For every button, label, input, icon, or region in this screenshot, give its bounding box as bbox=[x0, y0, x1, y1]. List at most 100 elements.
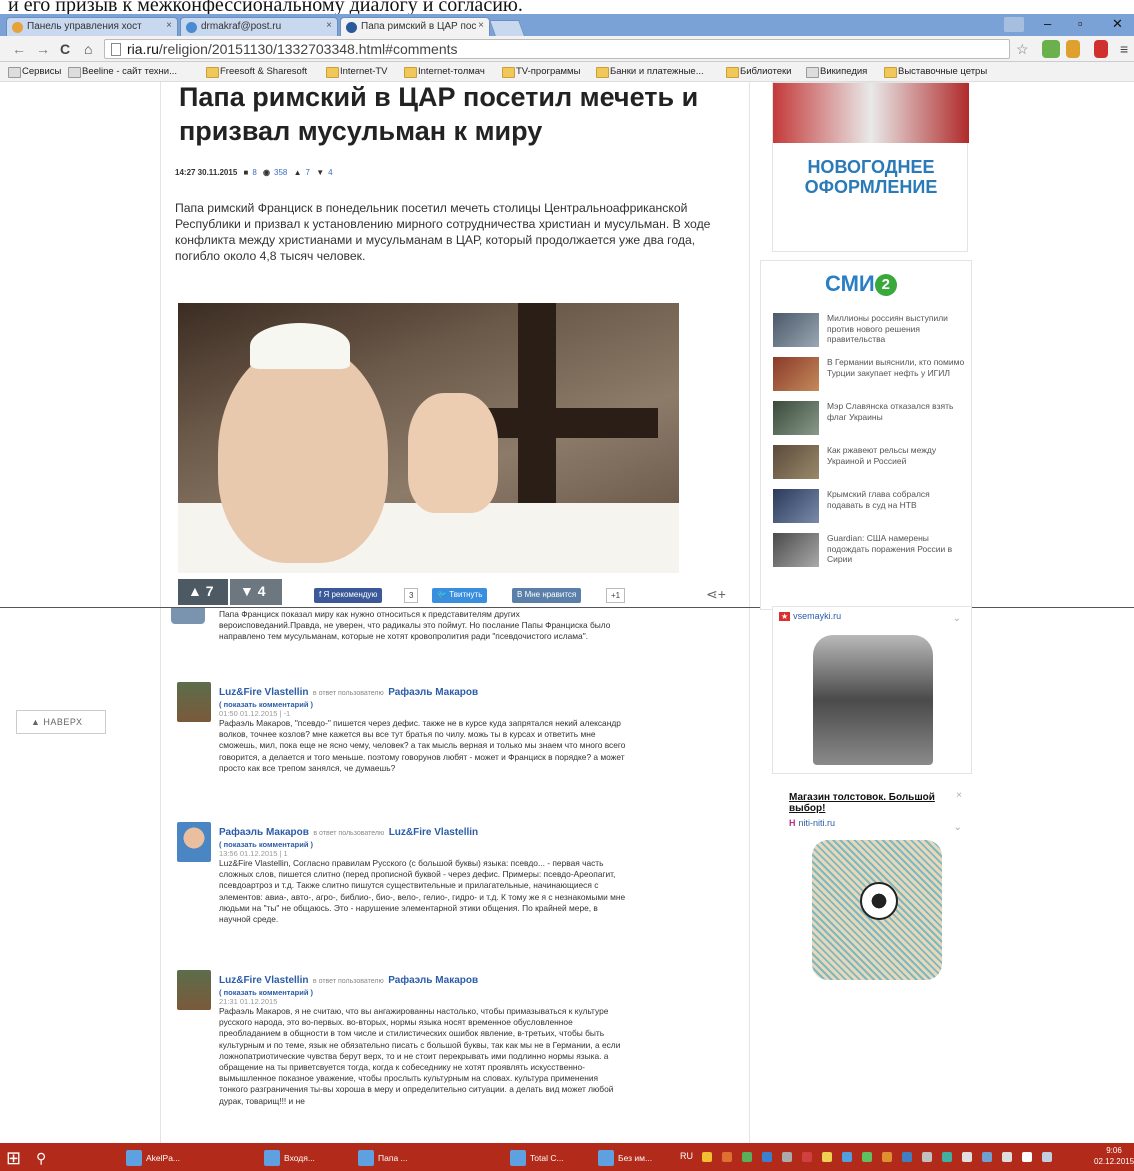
show-comment-link[interactable]: ( показать комментарий ) bbox=[219, 988, 629, 997]
article-time: 14:27 30.11.2015 bbox=[175, 168, 238, 177]
bookmark-item[interactable]: Internet-толмач bbox=[404, 66, 485, 78]
taskbar-item[interactable]: Папа ... bbox=[356, 1147, 408, 1169]
tray-icon[interactable] bbox=[742, 1152, 752, 1162]
tray-icon[interactable] bbox=[702, 1152, 712, 1162]
bookmark-item[interactable]: Библиотеки bbox=[726, 66, 791, 78]
sidebar: НОВОГОДНЕЕ ОФОРМЛЕНИЕ СМИ 2 Миллионы росс… bbox=[760, 82, 972, 1143]
close-icon[interactable]: × bbox=[326, 20, 332, 31]
flag-icon[interactable] bbox=[1002, 1152, 1012, 1162]
share-icon[interactable]: ⋖+ bbox=[706, 586, 726, 603]
tray-icon[interactable] bbox=[882, 1152, 892, 1162]
taskbar-item[interactable]: Без им... bbox=[596, 1147, 652, 1169]
network-icon[interactable] bbox=[982, 1152, 992, 1162]
taskbar-item[interactable]: Входя... bbox=[262, 1147, 315, 1169]
language-indicator[interactable]: RU bbox=[680, 1151, 693, 1161]
close-icon[interactable]: × bbox=[956, 790, 962, 801]
search-icon[interactable]: ⚲ bbox=[36, 1150, 46, 1167]
taskbar-item[interactable]: Total C... bbox=[508, 1147, 564, 1169]
reply-to-user[interactable]: Рафаэль Макаров bbox=[388, 975, 478, 986]
bookmark-item[interactable]: Beeline - сайт техни... bbox=[68, 66, 177, 78]
chevron-down-icon[interactable]: ⌄ bbox=[953, 613, 961, 624]
facebook-recommend-button[interactable]: f Я рекомендую bbox=[314, 588, 383, 603]
tray-icon[interactable] bbox=[762, 1152, 772, 1162]
bookmarks-bar: Сервисы Beeline - сайт техни... Freesoft… bbox=[0, 62, 1134, 82]
bookmark-item[interactable]: Internet-TV bbox=[326, 66, 388, 78]
bookmark-item[interactable]: Выставочные цетры bbox=[884, 66, 987, 78]
browser-tab-bar: Панель управления хост × drmakraf@post.r… bbox=[0, 14, 1134, 36]
comments-section: Папа Франциск показал миру как нужно отн… bbox=[160, 608, 750, 1143]
taskbar-item[interactable]: AkelPa... bbox=[124, 1147, 180, 1169]
news-item[interactable]: Мэр Славянска отказался взять флаг Украи… bbox=[773, 401, 969, 441]
views-count: 358 bbox=[274, 168, 288, 177]
close-window-icon[interactable]: ✕ bbox=[1112, 16, 1123, 32]
comment-author[interactable]: Luz&Fire Vlastellin bbox=[219, 975, 308, 986]
minimize-icon[interactable]: – bbox=[1044, 16, 1051, 31]
volume-icon[interactable] bbox=[1022, 1152, 1032, 1162]
close-icon[interactable]: × bbox=[478, 20, 484, 31]
dislike-button[interactable]: ▼ 4 bbox=[230, 579, 282, 605]
new-tab-button[interactable] bbox=[489, 20, 525, 36]
bookmark-star-icon[interactable]: ☆ bbox=[1016, 41, 1029, 58]
extension-icon[interactable] bbox=[1042, 40, 1060, 58]
restore-icon[interactable]: ▫ bbox=[1078, 16, 1083, 31]
comment-author[interactable]: Рафаэль Макаров bbox=[219, 827, 309, 838]
bookmark-item[interactable]: Freesoft & Sharesoft bbox=[206, 66, 307, 78]
news-item[interactable]: В Германии выяснили, кто помимо Турции з… bbox=[773, 357, 969, 397]
ad-title[interactable]: Магазин толстовок. Большой выбор! bbox=[789, 792, 949, 814]
tray-icon[interactable] bbox=[942, 1152, 952, 1162]
tweet-label: Твитнуть bbox=[449, 590, 483, 599]
reply-to-user[interactable]: Luz&Fire Vlastellin bbox=[389, 827, 478, 838]
back-icon[interactable]: ← bbox=[12, 41, 26, 57]
user-profile-icon[interactable] bbox=[1004, 17, 1024, 32]
comment-author[interactable]: Luz&Fire Vlastellin bbox=[219, 687, 308, 698]
url-input[interactable]: ria.ru/religion/20151130/1332703348.html… bbox=[104, 39, 1010, 59]
tray-icon[interactable] bbox=[842, 1152, 852, 1162]
menu-icon[interactable]: ≡ bbox=[1120, 41, 1128, 57]
tray-icon[interactable] bbox=[862, 1152, 872, 1162]
news-thumbnail bbox=[773, 445, 819, 479]
vk-like-button[interactable]: B Мне нравится bbox=[512, 588, 582, 603]
news-item[interactable]: Как ржавеют рельсы между Украиной и Росс… bbox=[773, 445, 969, 485]
tray-icon[interactable] bbox=[922, 1152, 932, 1162]
forward-icon[interactable]: → bbox=[36, 41, 50, 57]
tray-icon[interactable] bbox=[902, 1152, 912, 1162]
close-icon[interactable]: × bbox=[166, 20, 172, 31]
news-item[interactable]: Guardian: США намерены подождать поражен… bbox=[773, 533, 969, 573]
reload-icon[interactable]: C bbox=[60, 41, 70, 57]
tray-icon[interactable] bbox=[822, 1152, 832, 1162]
ad-banner-newyear[interactable]: НОВОГОДНЕЕ ОФОРМЛЕНИЕ bbox=[772, 82, 969, 252]
bookmark-item[interactable]: Сервисы bbox=[8, 66, 61, 78]
clock-date: 02.12.2015 bbox=[1094, 1157, 1134, 1166]
tray-icon[interactable] bbox=[722, 1152, 732, 1162]
like-button[interactable]: ▲ 7 bbox=[178, 579, 228, 605]
reply-to-user[interactable]: Рафаэль Макаров bbox=[388, 687, 478, 698]
tweet-button[interactable]: 🐦 Твитнуть bbox=[432, 588, 488, 603]
favicon-icon bbox=[186, 22, 197, 33]
back-to-top-button[interactable]: ▲ НАВЕРХ bbox=[16, 710, 106, 734]
ad-niti-niti[interactable]: × Магазин толстовок. Большой выбор! niti… bbox=[772, 782, 972, 982]
tray-icon[interactable] bbox=[802, 1152, 812, 1162]
tray-icon[interactable] bbox=[962, 1152, 972, 1162]
start-icon[interactable]: ⊞ bbox=[6, 1148, 21, 1169]
tab-mail[interactable]: drmakraf@post.ru × bbox=[180, 17, 338, 36]
home-icon[interactable]: ⌂ bbox=[84, 41, 92, 57]
extension-icon[interactable] bbox=[1066, 40, 1080, 58]
extension-icon[interactable] bbox=[1094, 40, 1108, 58]
bookmark-item[interactable]: TV-программы bbox=[502, 66, 580, 78]
show-comment-link[interactable]: ( показать комментарий ) bbox=[219, 840, 629, 849]
news-item[interactable]: Миллионы россиян выступили против нового… bbox=[773, 313, 969, 353]
tab-hosting-panel[interactable]: Панель управления хост × bbox=[6, 17, 178, 36]
ad-vsemayki[interactable]: vsemayki.ru ⌄ bbox=[772, 606, 972, 774]
news-item[interactable]: Крымский глава собрался подавать в суд н… bbox=[773, 489, 969, 529]
views-icon: ◉ bbox=[263, 168, 271, 177]
chevron-down-icon[interactable]: ⌄ bbox=[954, 822, 962, 833]
system-clock[interactable]: 9:06 02.12.2015 bbox=[1094, 1145, 1134, 1167]
comments-count[interactable]: 8 bbox=[252, 168, 256, 177]
bookmark-item[interactable]: Википедия bbox=[806, 66, 867, 78]
tab-ria-article[interactable]: Папа римский в ЦАР пос × bbox=[340, 17, 490, 36]
show-comment-link[interactable]: ( показать комментарий ) bbox=[219, 700, 629, 709]
keyboard-icon[interactable] bbox=[1042, 1152, 1052, 1162]
bookmark-item[interactable]: Банки и платежные... bbox=[596, 66, 704, 78]
tray-icon[interactable] bbox=[782, 1152, 792, 1162]
news-thumbnail bbox=[773, 357, 819, 391]
